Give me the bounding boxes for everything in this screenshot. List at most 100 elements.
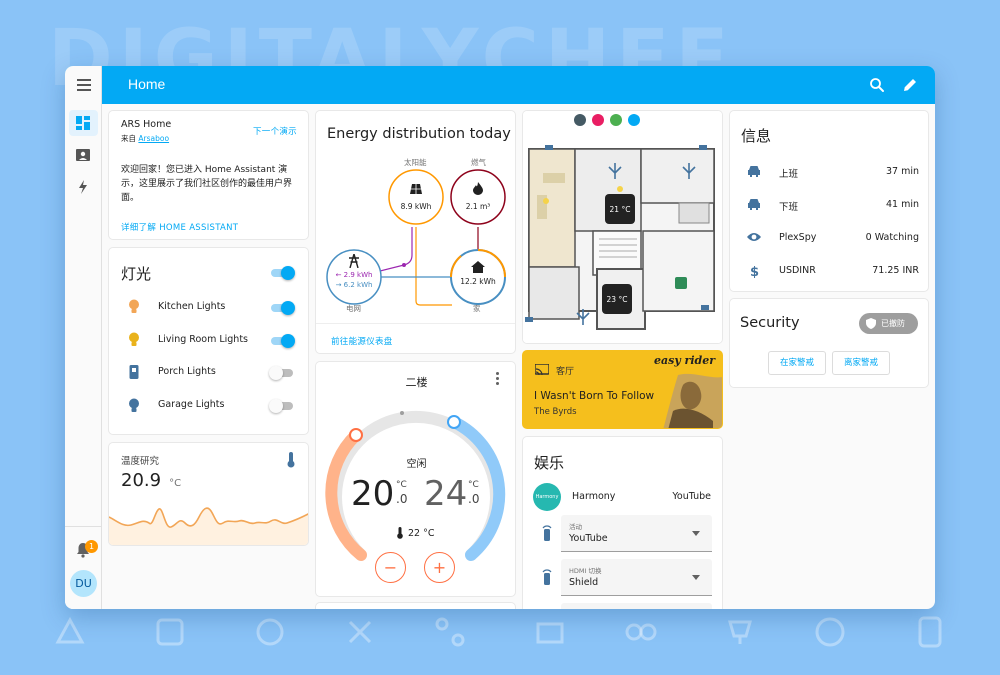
room-temperature-2[interactable]: 23 °C (602, 295, 632, 304)
arm-home-button[interactable]: 在家警戒 (768, 351, 826, 375)
learn-more-link[interactable]: 详细了解 HOME ASSISTANT (121, 221, 238, 233)
welcome-body: 欢迎回家！您已进入 Home Assistant 演示，这里展示了我们社区创作的… (121, 165, 293, 203)
page-title: Home (128, 76, 166, 92)
info-card: 信息 上班 37 min 下班 41 min PlexSpy 0 Watchin… (729, 110, 929, 292)
temperature-unit: °C (169, 478, 182, 489)
sidebar: 1 DU (65, 104, 102, 609)
home-value: 12.2 kWh (460, 277, 496, 286)
next-demo-button[interactable]: 下一个演示 (253, 125, 297, 137)
energy-flow-diagram (326, 169, 506, 306)
sidebar-divider (65, 526, 102, 527)
bulb-icon (129, 398, 139, 412)
thermostat-card: 二楼 空闲 20 °C .0 24 °C .0 22 °C − + (315, 361, 516, 597)
car-icon (748, 166, 760, 177)
entertainment-card: 娱乐 Harmony Harmony YouTube 活动 YouTube HD… (522, 436, 723, 609)
floorplan-card: 21 °C 23 °C (522, 110, 723, 344)
floorplan (523, 111, 722, 343)
svg-text:$: $ (750, 265, 759, 278)
more-options-icon[interactable] (496, 372, 500, 385)
sidebar-item-overview[interactable] (69, 110, 98, 136)
eye-icon (747, 233, 761, 241)
room-temperature-1[interactable]: 21 °C (605, 205, 635, 214)
decrease-button[interactable]: − (375, 552, 406, 583)
info-row-usdinr[interactable]: $ USDINR 71.25 INR (730, 262, 930, 282)
info-row-commute-home[interactable]: 下班 41 min (730, 196, 930, 216)
lights-master-toggle[interactable] (269, 266, 295, 280)
remote-icon (542, 569, 552, 585)
harmony-logo: Harmony (533, 483, 561, 511)
living-room-lights-toggle[interactable] (269, 334, 295, 348)
home-label: 家 (473, 304, 481, 313)
welcome-source: 来自 Arsaboo (121, 133, 169, 144)
chevron-down-icon (692, 531, 700, 536)
high-setpoint[interactable]: 24 (424, 474, 467, 514)
partial-select[interactable] (561, 603, 712, 609)
bulb-icon (129, 332, 139, 346)
home-icon (471, 261, 485, 273)
arm-away-button[interactable]: 离家警戒 (832, 351, 890, 375)
temperature-study-card: 温度研究 20.9 °C (108, 442, 309, 546)
security-title: Security (740, 315, 800, 331)
kitchen-lights-toggle[interactable] (269, 301, 295, 315)
activity-select[interactable]: 活动 YouTube (561, 515, 712, 552)
thermometer-icon (287, 452, 295, 468)
temperature-sparkline (109, 507, 308, 545)
info-label: PlexSpy (779, 232, 817, 243)
alarm-status-badge: 已撤防 (859, 313, 918, 334)
background-decoration (40, 608, 980, 668)
info-title: 信息 (741, 127, 772, 145)
lights-title: 灯光 (121, 265, 152, 283)
author-link[interactable]: Arsaboo (138, 134, 169, 143)
transmission-tower-icon (349, 254, 359, 268)
light-label: Garage Lights (158, 399, 225, 410)
activity-label: 活动 (569, 523, 582, 531)
car-icon (748, 199, 760, 210)
shield-off-icon (866, 318, 876, 329)
hdmi-value: Shield (569, 577, 599, 588)
card-divider (316, 323, 515, 324)
info-value: 41 min (885, 199, 919, 210)
entertainment-title: 娱乐 (534, 454, 565, 472)
gas-label: 燃气 (471, 158, 486, 167)
home-assistant-window: Home 1 DU ARS Home 来自 Arsaboo 下一个演示 欢迎回家… (65, 66, 935, 609)
menu-icon[interactable] (77, 79, 91, 91)
user-avatar[interactable]: DU (70, 570, 97, 597)
garage-lights-toggle[interactable] (269, 399, 295, 413)
info-value: 71.25 INR (872, 265, 919, 276)
info-row-plexspy[interactable]: PlexSpy 0 Watching (730, 229, 930, 249)
sidebar-item-map[interactable] (69, 143, 98, 169)
info-label: 上班 (779, 169, 799, 180)
temperature-reading: 20.9 °C (121, 470, 181, 491)
hdmi-select[interactable]: HDMI 切换 Shield (561, 559, 712, 596)
security-card: Security 已撤防 在家警戒 离家警戒 (729, 298, 929, 388)
solar-panel-icon (410, 184, 422, 194)
thermostat-title: 二楼 (405, 376, 428, 389)
high-unit: °C (468, 480, 479, 490)
media-player-card[interactable]: easy rider 客厅 I Wasn't Born To Follow Th… (522, 350, 723, 429)
bulb-icon (129, 299, 139, 313)
info-row-commute-work[interactable]: 上班 37 min (730, 163, 930, 183)
gas-value: 2.1 m³ (465, 202, 491, 211)
edit-pencil-icon[interactable] (901, 76, 919, 94)
lightning-icon (79, 180, 87, 194)
partial-card (315, 602, 516, 609)
search-icon[interactable] (868, 76, 886, 94)
sidebar-item-energy[interactable] (69, 174, 98, 200)
notification-badge: 1 (85, 540, 98, 553)
grid-label: 电网 (346, 304, 361, 313)
top-app-bar: Home (65, 66, 935, 104)
lamp-icon (129, 365, 139, 379)
low-setpoint[interactable]: 20 (351, 474, 394, 514)
sidebar-header (65, 66, 102, 104)
temperature-title: 温度研究 (121, 456, 160, 467)
alarm-status: 已撤防 (881, 319, 905, 328)
energy-dashboard-link[interactable]: 前往能源仪表盘 (331, 335, 393, 347)
energy-distribution-card: Energy distribution today 太阳能 8.9 kWh 燃气… (315, 110, 516, 354)
media-room: 客厅 (556, 367, 575, 377)
cast-icon (535, 364, 549, 376)
hdmi-label: HDMI 切换 (569, 567, 602, 575)
dashboard-icon (76, 116, 90, 130)
account-box-icon (76, 149, 90, 161)
increase-button[interactable]: + (424, 552, 455, 583)
porch-lights-toggle[interactable] (269, 366, 295, 380)
